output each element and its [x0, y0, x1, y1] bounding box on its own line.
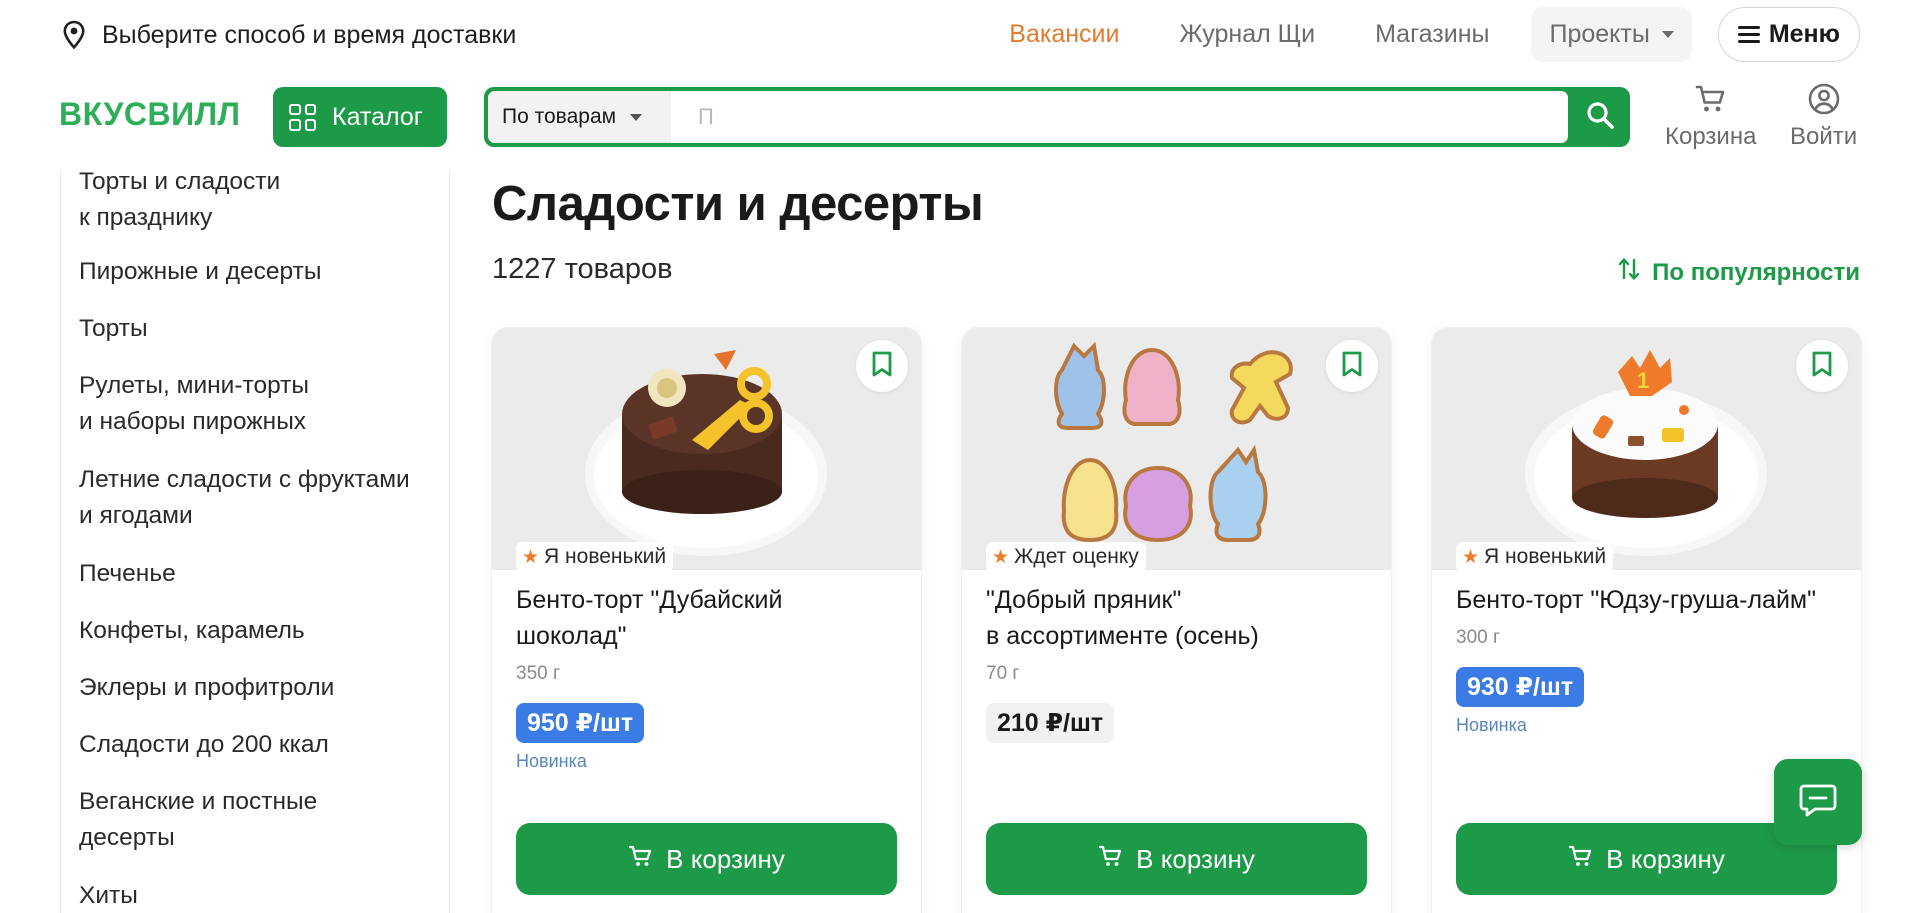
- add-to-cart-label: В корзину: [666, 843, 785, 874]
- badge-label: Я новенький: [544, 545, 667, 568]
- search-icon: [1585, 100, 1615, 135]
- badge-label: Ждет оценку: [1014, 545, 1139, 568]
- add-to-cart-button[interactable]: В корзину: [516, 823, 897, 895]
- product-price: 930 ₽/шт: [1456, 667, 1585, 707]
- sidebar-item-summer-sweets[interactable]: Летние сладости с фруктами и ягодами: [79, 462, 410, 534]
- status-badge: ★ Я новенький: [516, 542, 674, 570]
- header-cart-button[interactable]: Корзина: [1665, 82, 1756, 151]
- sidebar-item-candies[interactable]: Конфеты, карамель: [79, 613, 305, 649]
- product-price: 210 ₽/шт: [986, 703, 1115, 743]
- sidebar-item-cookies[interactable]: Печенье: [79, 556, 176, 592]
- login-label: Войти: [1790, 123, 1858, 150]
- cart-label: Корзина: [1665, 123, 1757, 150]
- link-vacancies[interactable]: Вакансии: [1009, 20, 1119, 49]
- search-scope-dropdown[interactable]: По товарам: [488, 91, 671, 143]
- link-stores[interactable]: Магазины: [1375, 20, 1489, 49]
- product-image: 1 ★ Я новенький: [1432, 328, 1861, 570]
- bookmark-button[interactable]: [1326, 340, 1378, 392]
- page-title: Сладости и десерты: [492, 177, 984, 231]
- search-button[interactable]: [1570, 87, 1630, 147]
- product-card[interactable]: ★ Ждет оценку "Добрый пряник" в ассортим…: [962, 328, 1391, 913]
- bookmark-button[interactable]: [856, 340, 908, 392]
- cart-icon: [628, 843, 654, 876]
- bookmark-icon: [871, 350, 893, 383]
- logo[interactable]: ВКУСВИЛЛ: [59, 96, 240, 133]
- menu-button[interactable]: Меню: [1717, 7, 1860, 62]
- status-badge: ★ Я новенький: [1456, 542, 1614, 570]
- product-title[interactable]: Бенто-торт "Юдзу-груша-лайм": [1456, 582, 1846, 618]
- search-bar: По товарам: [484, 87, 1630, 147]
- search-scope-label: По товарам: [502, 105, 617, 128]
- projects-label: Проекты: [1549, 20, 1650, 48]
- category-sidebar: Торты и сладости к празднику Пирожные и …: [60, 170, 450, 913]
- sidebar-item-vegan[interactable]: Веганские и постные десерты: [79, 784, 317, 856]
- sidebar-item-hits[interactable]: Хиты: [79, 878, 138, 913]
- delivery-text: Выберите способ и время доставки: [102, 20, 517, 49]
- product-count: 1227 товаров: [492, 253, 673, 285]
- product-image: ★ Ждет оценку: [962, 328, 1391, 570]
- cart-icon: [1694, 82, 1728, 121]
- product-card[interactable]: ★ Я новенький Бенто-торт "Дубайский шоко…: [492, 328, 921, 913]
- catalog-button[interactable]: Каталог: [273, 87, 447, 147]
- product-title[interactable]: Бенто-торт "Дубайский шоколад": [516, 582, 906, 654]
- sidebar-item-low-calorie[interactable]: Сладости до 200 ккал: [79, 727, 329, 763]
- price-container: 930 ₽/шт: [1456, 667, 1585, 707]
- location-pin-icon: [60, 20, 88, 50]
- chat-button[interactable]: [1774, 759, 1862, 845]
- product-weight: 300 г: [1456, 627, 1500, 648]
- sort-button[interactable]: По популярности: [1618, 256, 1860, 289]
- delivery-selector[interactable]: Выберите способ и время доставки: [60, 19, 516, 51]
- top-links: Вакансии Журнал Щи Магазины Проекты Меню: [1009, 7, 1860, 62]
- bookmark-button[interactable]: [1796, 340, 1848, 392]
- bookmark-icon: [1811, 350, 1833, 383]
- chevron-down-icon: [630, 113, 643, 121]
- product-price: 950 ₽/шт: [516, 703, 645, 743]
- menu-label: Меню: [1768, 20, 1840, 48]
- catalog-label: Каталог: [332, 102, 423, 131]
- hamburger-icon: [1737, 26, 1760, 43]
- user-icon: [1807, 82, 1841, 121]
- bookmark-icon: [1341, 350, 1363, 383]
- sidebar-item-holiday-cakes[interactable]: Торты и сладости к празднику: [79, 170, 280, 236]
- novelty-tag: Новинка: [516, 751, 587, 771]
- grid-icon: [289, 103, 316, 131]
- chevron-down-icon: [1661, 31, 1674, 38]
- sort-icon: [1618, 256, 1640, 289]
- cart-icon: [1098, 843, 1124, 876]
- sidebar-item-pastries[interactable]: Пирожные и десерты: [79, 254, 321, 290]
- svg-text:1: 1: [1637, 368, 1649, 393]
- search-field-wrapper: По товарам: [488, 91, 1568, 143]
- sidebar-item-cakes[interactable]: Торты: [79, 311, 148, 347]
- sort-label: По популярности: [1652, 258, 1860, 286]
- star-icon: ★: [1462, 546, 1480, 568]
- star-icon: ★: [522, 546, 540, 568]
- link-journal[interactable]: Журнал Щи: [1180, 20, 1316, 49]
- novelty-tag: Новинка: [1456, 715, 1527, 735]
- add-to-cart-button[interactable]: В корзину: [986, 823, 1367, 895]
- product-image: ★ Я новенький: [492, 328, 921, 570]
- sidebar-item-eclairs[interactable]: Эклеры и профитроли: [79, 670, 334, 706]
- add-to-cart-label: В корзину: [1136, 843, 1255, 874]
- cart-icon: [1568, 843, 1594, 876]
- price-container: 210 ₽/шт: [986, 703, 1115, 743]
- chat-icon: [1798, 782, 1838, 823]
- sidebar-item-rolls[interactable]: Рулеты, мини-торты и наборы пирожных: [79, 368, 309, 440]
- header-login-button[interactable]: Войти: [1790, 82, 1857, 151]
- add-to-cart-label: В корзину: [1606, 843, 1725, 874]
- product-title[interactable]: "Добрый пряник" в ассортименте (осень): [986, 582, 1376, 654]
- badge-label: Я новенький: [1484, 545, 1607, 568]
- top-bar: Выберите способ и время доставки Ваканси…: [0, 0, 1920, 68]
- search-input[interactable]: [698, 91, 1548, 143]
- status-badge: ★ Ждет оценку: [986, 542, 1146, 570]
- product-weight: 350 г: [516, 663, 560, 684]
- star-icon: ★: [992, 546, 1010, 568]
- projects-dropdown[interactable]: Проекты: [1531, 7, 1692, 62]
- product-weight: 70 г: [986, 663, 1020, 684]
- price-container: 950 ₽/шт: [516, 703, 645, 743]
